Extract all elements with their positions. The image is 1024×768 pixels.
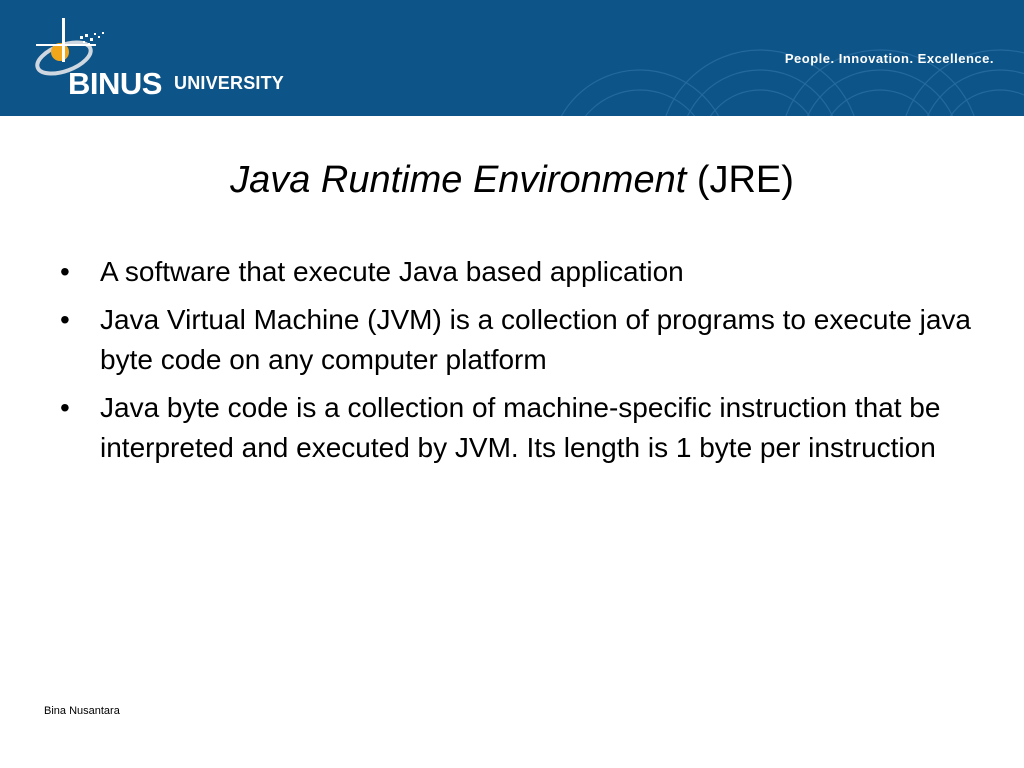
bullet-text: Java byte code is a collection of machin… [100,392,941,463]
footer-text: Bina Nusantara [44,705,120,717]
bullet-icon: • [60,256,70,287]
header-banner: BINUS UNIVERSITY People. Innovation. Exc… [0,0,1024,116]
bullet-text: A software that execute Java based appli… [100,256,684,287]
bullet-item: • Java byte code is a collection of mach… [60,388,980,468]
bullet-item: • A software that execute Java based app… [60,252,980,292]
bullet-text: Java Virtual Machine (JVM) is a collecti… [100,304,971,375]
logo-brand-text: BINUS [68,66,162,101]
binus-logo: BINUS UNIVERSITY [22,14,312,104]
bullet-item: • Java Virtual Machine (JVM) is a collec… [60,300,980,380]
logo-university-text: UNIVERSITY [174,73,285,93]
bullet-list: • A software that execute Java based app… [60,252,980,476]
slide-title-italic: Java Runtime Environment [230,159,687,201]
bullet-icon: • [60,304,70,335]
slide-title: Java Runtime Environment (JRE) [0,158,1024,204]
bullet-icon: • [60,392,70,423]
header-tagline: People. Innovation. Excellence. [784,51,994,66]
slide-title-rest: (JRE) [686,159,794,201]
